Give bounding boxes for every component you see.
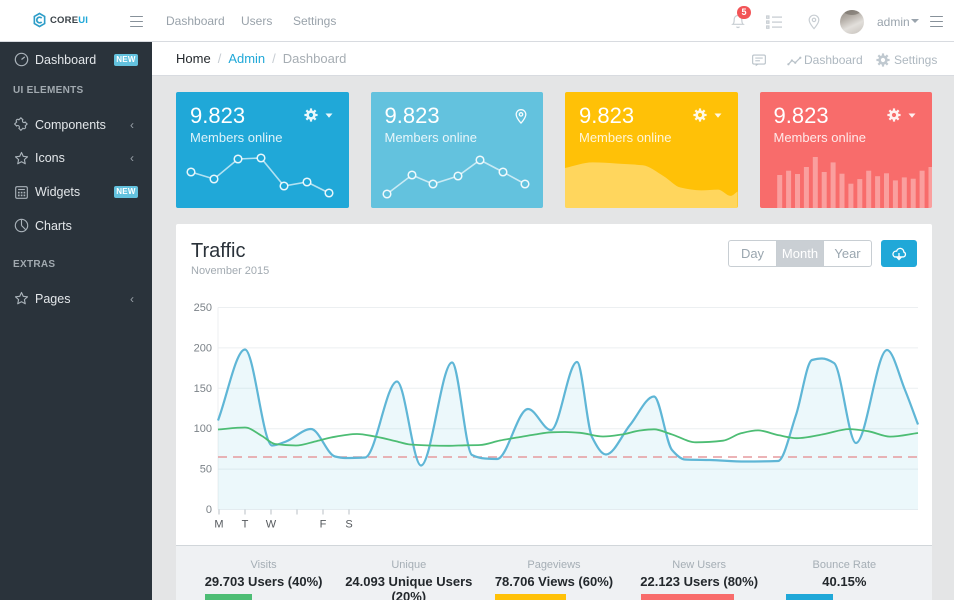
svg-text:S: S — [345, 519, 352, 531]
svg-text:50: 50 — [200, 464, 212, 476]
svg-text:100: 100 — [194, 423, 212, 435]
svg-text:W: W — [266, 519, 277, 531]
svg-text:M: M — [214, 519, 223, 531]
svg-text:F: F — [320, 519, 327, 531]
svg-text:200: 200 — [194, 342, 212, 354]
svg-text:250: 250 — [194, 302, 212, 314]
svg-text:0: 0 — [206, 504, 212, 516]
svg-text:T: T — [242, 519, 249, 531]
svg-text:150: 150 — [194, 383, 212, 395]
